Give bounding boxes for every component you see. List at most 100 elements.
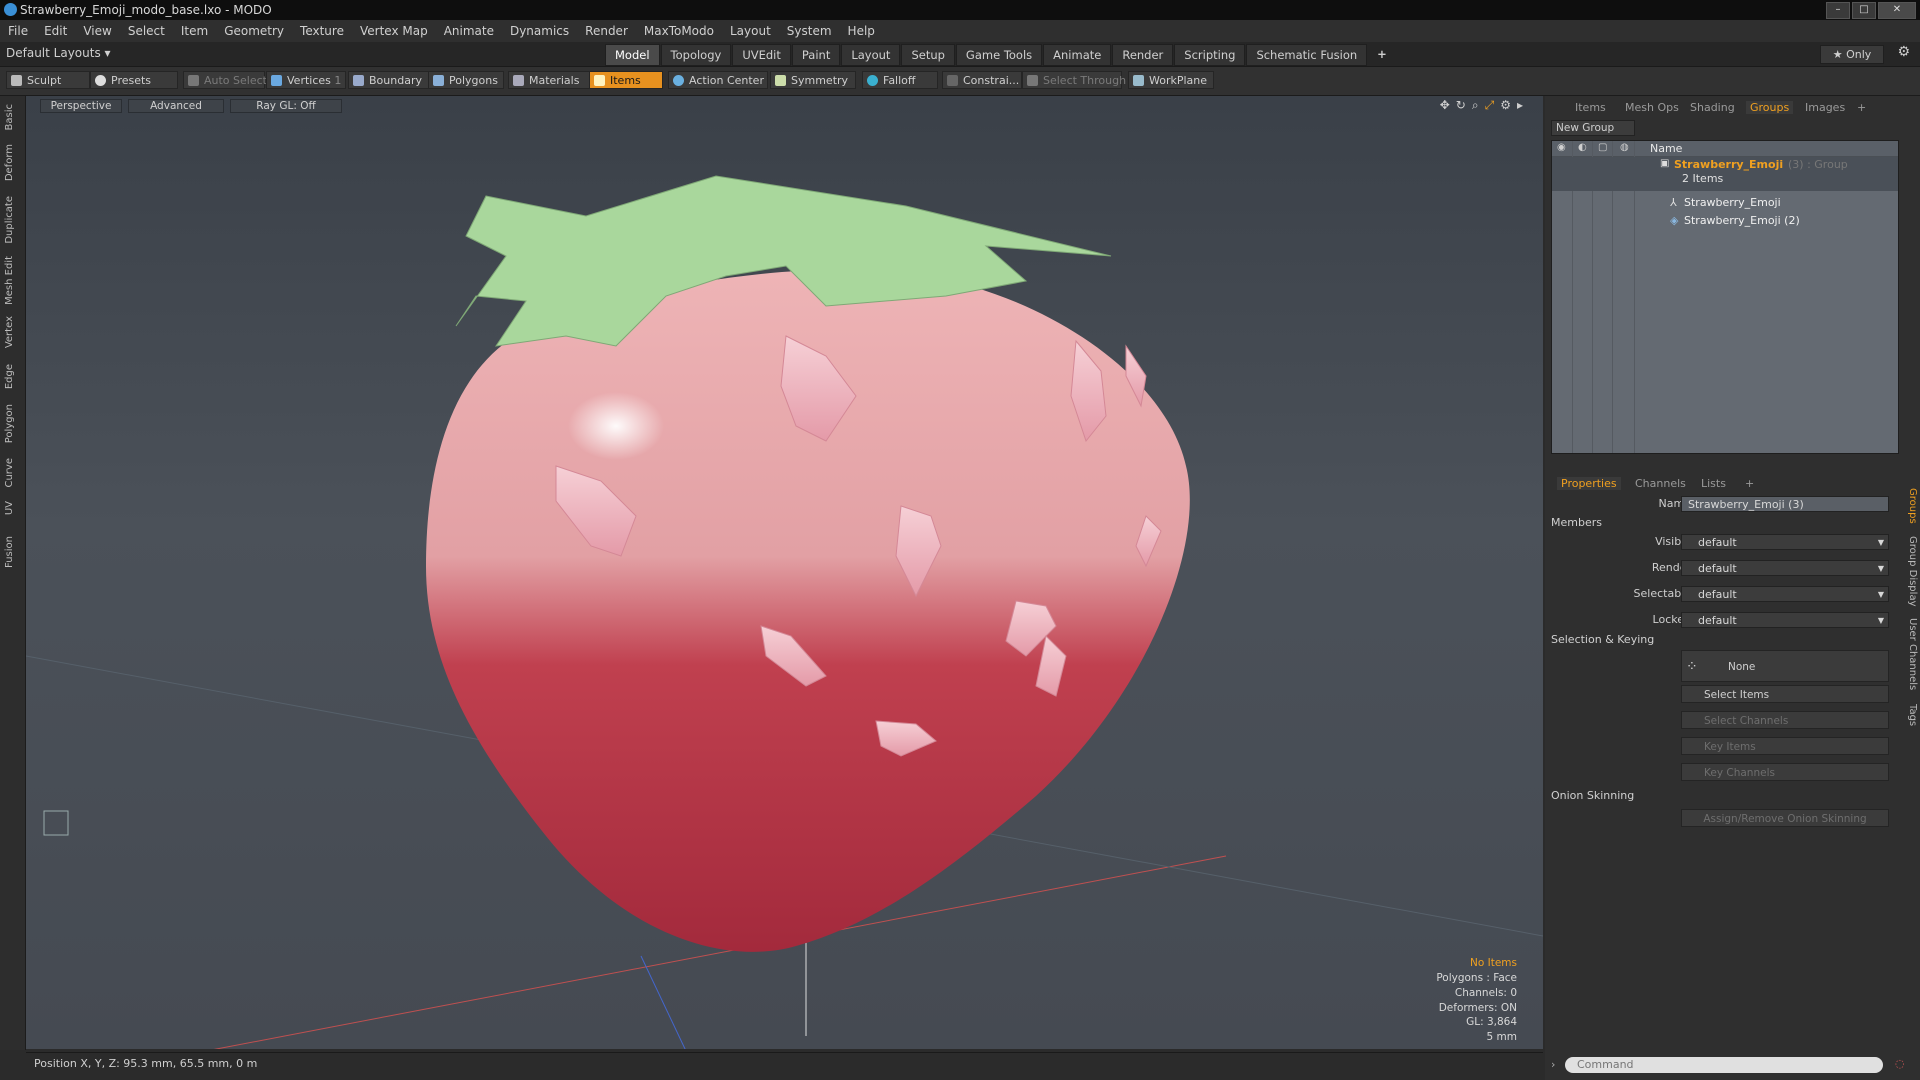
menu-edit[interactable]: Edit bbox=[36, 24, 75, 38]
side-tab-group-display[interactable]: Group Display bbox=[1907, 536, 1918, 606]
falloff-label: Falloff bbox=[883, 74, 916, 87]
polygons-button[interactable]: Polygons bbox=[428, 71, 504, 89]
menu-file[interactable]: File bbox=[0, 24, 36, 38]
vtab-fusion[interactable]: Fusion bbox=[4, 536, 15, 568]
workplane-button[interactable]: WorkPlane bbox=[1128, 71, 1214, 89]
tab-images[interactable]: Images bbox=[1805, 101, 1845, 114]
tab-game-tools[interactable]: Game Tools bbox=[955, 44, 1043, 66]
auto-select-button[interactable]: Auto Select bbox=[183, 71, 267, 89]
select-through-button[interactable]: Select Through bbox=[1022, 71, 1126, 89]
close-button[interactable]: ✕ bbox=[1878, 2, 1916, 19]
vtab-polygon[interactable]: Polygon bbox=[4, 404, 15, 443]
tab-properties[interactable]: Properties bbox=[1557, 477, 1621, 490]
assign-onion-button[interactable]: Assign/Remove Onion Skinning bbox=[1681, 809, 1889, 827]
tab-paint[interactable]: Paint bbox=[791, 44, 841, 66]
tree-item-strawberry-emoji[interactable]: ⅄ Strawberry_Emoji bbox=[1552, 195, 1898, 211]
command-input[interactable]: Command bbox=[1565, 1057, 1883, 1073]
vtab-deform[interactable]: Deform bbox=[4, 144, 15, 181]
select-channels-button[interactable]: Select Channels bbox=[1681, 711, 1889, 729]
vtab-duplicate[interactable]: Duplicate bbox=[4, 196, 15, 244]
add-tab-button[interactable]: + bbox=[1368, 44, 1396, 64]
symmetry-button[interactable]: Symmetry bbox=[770, 71, 856, 89]
group-row[interactable]: ▣ Strawberry_Emoji (3) : Group 2 Items bbox=[1552, 157, 1898, 191]
key-items-button[interactable]: Key Items bbox=[1681, 737, 1889, 755]
menu-item[interactable]: Item bbox=[173, 24, 216, 38]
tab-topology[interactable]: Topology bbox=[660, 44, 732, 66]
falloff-icon bbox=[867, 75, 878, 86]
eye-icon[interactable]: ◉ bbox=[1557, 142, 1566, 153]
sculpt-button[interactable]: Sculpt bbox=[6, 71, 90, 89]
default-layouts-dropdown[interactable]: Default Layouts ▾ bbox=[6, 46, 111, 60]
menu-layout[interactable]: Layout bbox=[722, 24, 779, 38]
vtab-basic[interactable]: Basic bbox=[4, 104, 15, 130]
menu-select[interactable]: Select bbox=[120, 24, 173, 38]
presets-button[interactable]: Presets bbox=[90, 71, 178, 89]
tab-mesh-ops[interactable]: Mesh Ops bbox=[1625, 101, 1679, 114]
tab-animate[interactable]: Animate bbox=[1043, 44, 1112, 66]
tab-scripting[interactable]: Scripting bbox=[1174, 44, 1246, 66]
onion-skinning-section[interactable]: Onion Skinning bbox=[1551, 789, 1634, 802]
tab-model[interactable]: Model bbox=[605, 44, 660, 66]
members-section[interactable]: Members bbox=[1551, 516, 1602, 529]
boundary-button[interactable]: Boundary bbox=[348, 71, 432, 89]
visible-select[interactable]: default ▼ bbox=[1681, 534, 1889, 550]
render-icon[interactable]: ◐ bbox=[1578, 142, 1587, 153]
select-items-button[interactable]: Select Items bbox=[1681, 685, 1889, 703]
tab-render[interactable]: Render bbox=[1112, 44, 1174, 66]
side-tab-tags[interactable]: Tags bbox=[1907, 704, 1918, 726]
tab-schematic-fusion[interactable]: Schematic Fusion bbox=[1246, 44, 1368, 66]
menu-vertex-map[interactable]: Vertex Map bbox=[352, 24, 436, 38]
lock-icon[interactable]: ▢ bbox=[1598, 142, 1607, 153]
tab-channels[interactable]: Channels bbox=[1635, 477, 1686, 490]
3d-viewport[interactable]: Perspective Advanced Ray GL: Off ✥ ↻ ⌕ ⤢… bbox=[26, 96, 1543, 1049]
tab-groups[interactable]: Groups bbox=[1746, 101, 1794, 114]
vtab-curve[interactable]: Curve bbox=[4, 458, 15, 488]
only-toggle[interactable]: ★ Only bbox=[1820, 45, 1884, 64]
menu-maxtomodo[interactable]: MaxToModo bbox=[636, 24, 722, 38]
vtab-mesh-edit[interactable]: Mesh Edit bbox=[4, 256, 15, 305]
selectable-select[interactable]: default ▼ bbox=[1681, 586, 1889, 602]
menu-dynamics[interactable]: Dynamics bbox=[502, 24, 577, 38]
action-center-button[interactable]: Action Center bbox=[668, 71, 768, 89]
menu-render[interactable]: Render bbox=[577, 24, 636, 38]
side-tab-user-channels[interactable]: User Channels bbox=[1907, 618, 1918, 690]
menu-help[interactable]: Help bbox=[840, 24, 883, 38]
menu-system[interactable]: System bbox=[779, 24, 840, 38]
add-properties-tab[interactable]: + bbox=[1745, 477, 1754, 490]
materials-button[interactable]: Materials bbox=[508, 71, 590, 89]
locked-select[interactable]: default ▼ bbox=[1681, 612, 1889, 628]
menu-texture[interactable]: Texture bbox=[292, 24, 352, 38]
command-history-icon[interactable]: ◌ bbox=[1895, 1057, 1905, 1070]
render-select[interactable]: default ▼ bbox=[1681, 560, 1889, 576]
items-button[interactable]: Items bbox=[589, 71, 663, 89]
key-channels-button[interactable]: Key Channels bbox=[1681, 763, 1889, 781]
select-icon[interactable]: ◍ bbox=[1620, 142, 1629, 153]
constraints-button[interactable]: Constrai... bbox=[942, 71, 1022, 89]
none-button[interactable]: ⁘ None bbox=[1681, 650, 1889, 682]
add-panel-tab[interactable]: + bbox=[1857, 101, 1866, 114]
vertices-button[interactable]: Vertices 1 bbox=[266, 71, 346, 89]
minimize-button[interactable]: – bbox=[1826, 2, 1850, 19]
panel-tab-bar: Items Mesh Ops Shading Groups Images + bbox=[1545, 100, 1920, 116]
tab-lists[interactable]: Lists bbox=[1701, 477, 1726, 490]
vtab-vertex[interactable]: Vertex bbox=[4, 316, 15, 348]
vtab-uv[interactable]: UV bbox=[4, 501, 15, 515]
tab-layout[interactable]: Layout bbox=[841, 44, 901, 66]
maximize-button[interactable]: □ bbox=[1852, 2, 1876, 19]
tab-setup[interactable]: Setup bbox=[901, 44, 955, 66]
vtab-edge[interactable]: Edge bbox=[4, 364, 15, 389]
menu-view[interactable]: View bbox=[75, 24, 119, 38]
group-name-input[interactable]: Strawberry_Emoji (3) bbox=[1681, 496, 1889, 512]
none-label: None bbox=[1728, 661, 1756, 673]
tab-uvedit[interactable]: UVEdit bbox=[732, 44, 791, 66]
selection-keying-section[interactable]: Selection & Keying bbox=[1551, 633, 1654, 646]
new-group-button[interactable]: New Group bbox=[1551, 120, 1635, 136]
tab-shading[interactable]: Shading bbox=[1690, 101, 1735, 114]
falloff-button[interactable]: Falloff bbox=[862, 71, 938, 89]
tab-items[interactable]: Items bbox=[1575, 101, 1606, 114]
side-tab-groups[interactable]: Groups bbox=[1907, 488, 1918, 524]
tree-item-strawberry-emoji-2[interactable]: ◈ Strawberry_Emoji (2) bbox=[1552, 213, 1898, 229]
menu-geometry[interactable]: Geometry bbox=[216, 24, 292, 38]
gear-icon[interactable]: ⚙ bbox=[1897, 44, 1910, 60]
menu-animate[interactable]: Animate bbox=[436, 24, 502, 38]
